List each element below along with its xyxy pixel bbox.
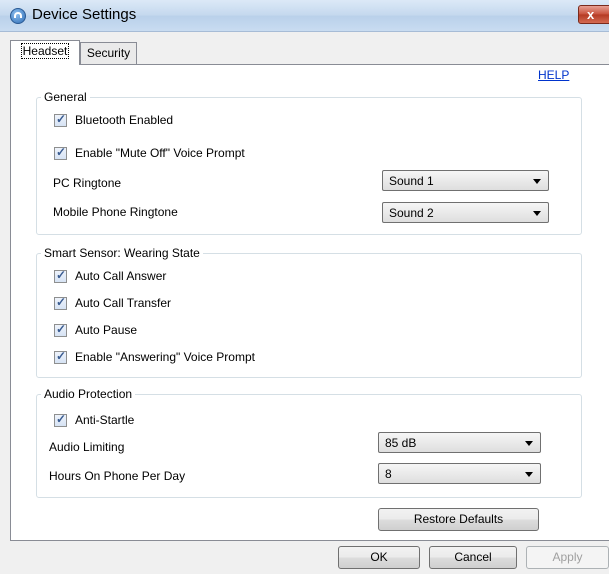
auto-call-transfer-checkbox[interactable] — [54, 295, 67, 310]
ok-button[interactable]: OK — [338, 546, 420, 569]
tab-headset-label: Headset — [20, 43, 70, 59]
mute-off-prompt-label: Enable "Mute Off" Voice Prompt — [75, 146, 245, 160]
auto-call-answer-label: Auto Call Answer — [75, 269, 167, 283]
mobile-ringtone-dropdown[interactable]: Sound 2 — [382, 202, 549, 223]
pc-ringtone-label: PC Ringtone — [53, 176, 122, 190]
mute-off-prompt-checkbox[interactable] — [54, 145, 67, 160]
auto-call-transfer-label: Auto Call Transfer — [75, 296, 172, 310]
tab-security-label: Security — [86, 46, 131, 60]
apply-button[interactable]: Apply — [526, 546, 609, 569]
audio-limiting-dropdown[interactable]: 85 dB — [378, 432, 541, 453]
auto-call-answer-checkbox[interactable] — [54, 268, 67, 283]
auto-pause-checkbox[interactable] — [54, 322, 67, 337]
tab-security[interactable]: Security — [80, 42, 137, 64]
chevron-down-icon — [525, 472, 533, 477]
pc-ringtone-value: Sound 1 — [389, 174, 434, 188]
chevron-down-icon — [533, 211, 541, 216]
device-settings-window: Device Settings x Headset Security HELP … — [0, 0, 609, 574]
general-legend: General — [41, 90, 90, 104]
smart-sensor-legend: Smart Sensor: Wearing State — [41, 246, 203, 260]
help-link[interactable]: HELP — [538, 68, 569, 82]
hours-on-phone-dropdown[interactable]: 8 — [378, 463, 541, 484]
answering-prompt-checkbox[interactable] — [54, 349, 67, 364]
anti-startle-label: Anti-Startle — [75, 413, 135, 427]
title-bar: Device Settings x — [0, 0, 609, 32]
audio-limiting-value: 85 dB — [385, 436, 417, 450]
anti-startle-checkbox[interactable] — [54, 412, 67, 427]
headset-app-icon — [10, 8, 26, 24]
auto-pause-label: Auto Pause — [75, 323, 138, 337]
mobile-ringtone-label: Mobile Phone Ringtone — [53, 205, 178, 219]
audio-protection-legend: Audio Protection — [41, 387, 136, 401]
chevron-down-icon — [533, 179, 541, 184]
tab-headset[interactable]: Headset — [10, 40, 80, 65]
answering-prompt-label: Enable "Answering" Voice Prompt — [75, 350, 255, 364]
close-button[interactable]: x — [578, 5, 609, 24]
window-title: Device Settings — [32, 6, 137, 23]
pc-ringtone-dropdown[interactable]: Sound 1 — [382, 170, 549, 191]
hours-on-phone-label: Hours On Phone Per Day — [49, 469, 186, 483]
restore-defaults-button[interactable]: Restore Defaults — [378, 508, 539, 531]
cancel-button[interactable]: Cancel — [429, 546, 517, 569]
bluetooth-label: Bluetooth Enabled — [75, 113, 174, 127]
mobile-ringtone-value: Sound 2 — [389, 206, 434, 220]
audio-limiting-label: Audio Limiting — [49, 440, 125, 454]
bluetooth-checkbox[interactable] — [54, 112, 67, 127]
chevron-down-icon — [525, 441, 533, 446]
hours-on-phone-value: 8 — [385, 467, 392, 481]
